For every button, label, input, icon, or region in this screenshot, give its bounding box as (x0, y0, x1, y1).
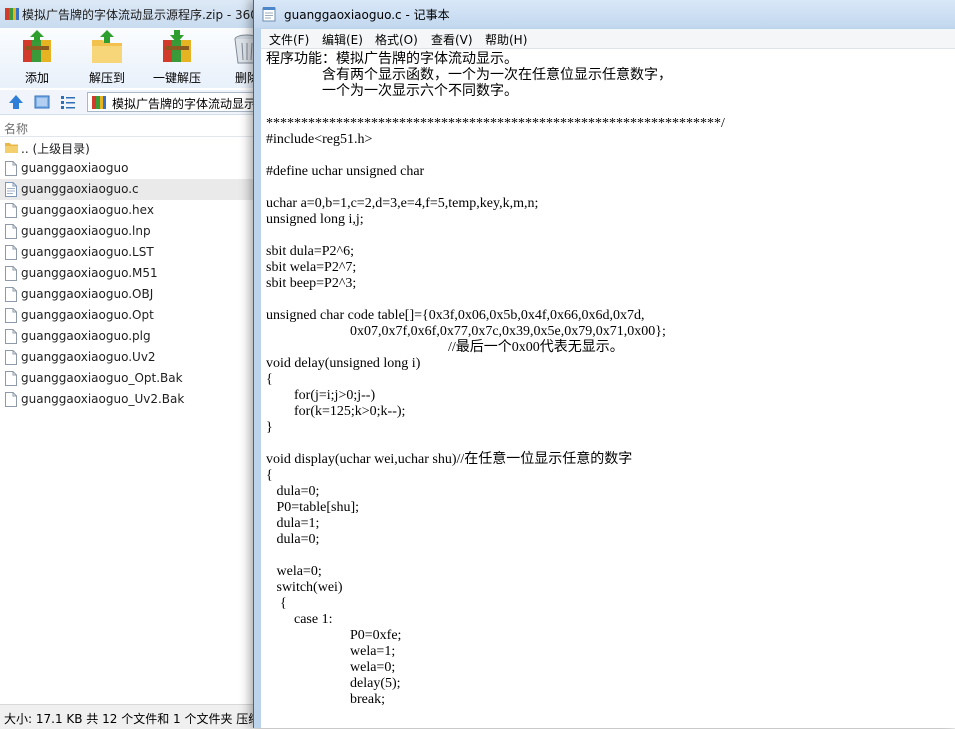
extract-to-button[interactable]: 解压到 (77, 28, 137, 88)
one-click-extract-button-label: 一键解压 (152, 71, 201, 85)
file-name: guanggaoxiaoguo_Opt.Bak (21, 371, 183, 385)
file-icon (5, 161, 17, 179)
file-name: .. (上级目录) (21, 142, 90, 156)
file-name: guanggaoxiaoguo.c (21, 182, 139, 196)
file-icon (5, 203, 17, 221)
extract-to-icon (92, 30, 122, 63)
file-icon (5, 392, 17, 410)
file-name: guanggaoxiaoguo.Opt (21, 308, 154, 322)
c-file-icon (5, 182, 17, 200)
menu-file[interactable]: 文件(F) (269, 31, 309, 48)
archive-status-text: 大小: 17.1 KB 共 12 个文件和 1 个文件夹 压缩 (4, 712, 261, 726)
file-row[interactable]: guanggaoxiaoguo_Uv2.Bak (0, 389, 260, 410)
file-name: guanggaoxiaoguo (21, 161, 129, 175)
folder-up-icon (5, 140, 18, 157)
archive-window-title: 模拟广告牌的字体流动显示源程序.zip - 360 (22, 8, 258, 22)
file-row[interactable]: guanggaoxiaoguo_Opt.Bak (0, 368, 260, 389)
notepad-window-title: guanggaoxiaoguo.c - 记事本 (284, 8, 450, 22)
file-row[interactable]: guanggaoxiaoguo.M51 (0, 263, 260, 284)
one-click-extract-icon (163, 30, 191, 62)
zip-archive-icon (92, 96, 106, 109)
menu-format[interactable]: 格式(O) (375, 31, 418, 48)
window-controls-area (794, 2, 944, 20)
file-icon (5, 329, 17, 347)
file-name: guanggaoxiaoguo_Uv2.Bak (21, 392, 185, 406)
name-column-header[interactable]: 名称 (4, 120, 28, 137)
menu-edit[interactable]: 编辑(E) (322, 31, 363, 48)
add-button-label: 添加 (24, 71, 49, 85)
file-row[interactable]: guanggaoxiaoguo.lnp (0, 221, 260, 242)
archive-path-text: 模拟广告牌的字体流动显示 (112, 97, 257, 111)
menu-help[interactable]: 帮助(H) (485, 31, 527, 48)
file-name: guanggaoxiaoguo.hex (21, 203, 154, 217)
file-row[interactable]: guanggaoxiaoguo.hex (0, 200, 260, 221)
one-click-extract-button[interactable]: 一键解压 (147, 28, 207, 88)
file-row[interactable]: guanggaoxiaoguo.plg (0, 326, 260, 347)
file-name: guanggaoxiaoguo.OBJ (21, 287, 154, 301)
extract-to-button-label: 解压到 (88, 71, 125, 85)
notepad-icon (262, 7, 276, 22)
up-arrow-icon[interactable] (8, 94, 24, 110)
file-row[interactable]: guanggaoxiaoguo.Uv2 (0, 347, 260, 368)
file-name: guanggaoxiaoguo.M51 (21, 266, 158, 280)
menu-view[interactable]: 查看(V) (431, 31, 473, 48)
file-row[interactable]: .. (上级目录) (0, 137, 260, 158)
file-icon (5, 350, 17, 368)
file-name: guanggaoxiaoguo.plg (21, 329, 151, 343)
editor-text[interactable]: 程序功能：模拟广告牌的字体流动显示。 含有两个显示函数，一个为一次在任意位显示任… (266, 52, 725, 708)
file-row[interactable]: guanggaoxiaoguo.OBJ (0, 284, 260, 305)
details-view-icon[interactable] (60, 94, 76, 110)
file-name: guanggaoxiaoguo.LST (21, 245, 154, 259)
file-row[interactable]: guanggaoxiaoguo.c (0, 179, 260, 200)
notepad-titlebar[interactable]: guanggaoxiaoguo.c - 记事本 (254, 0, 955, 28)
file-name: guanggaoxiaoguo.Uv2 (21, 350, 156, 364)
file-icon (5, 371, 17, 389)
file-row[interactable]: guanggaoxiaoguo (0, 158, 260, 179)
file-icon (5, 308, 17, 326)
file-icon (5, 224, 17, 242)
file-icon (5, 287, 17, 305)
file-icon (5, 245, 17, 263)
file-icon (5, 266, 17, 284)
add-archive-icon (23, 30, 51, 62)
file-row[interactable]: guanggaoxiaoguo.LST (0, 242, 260, 263)
notepad-window: guanggaoxiaoguo.c - 记事本 文件(F) 编辑(E) 格式(O… (253, 0, 955, 728)
file-list: .. (上级目录) guanggaoxiaoguo guanggaoxiaoguo.… (0, 137, 260, 410)
notepad-editor[interactable]: 程序功能：模拟广告牌的字体流动显示。 含有两个显示函数，一个为一次在任意位显示任… (261, 49, 955, 728)
file-name: guanggaoxiaoguo.lnp (21, 224, 151, 238)
zip-archive-icon (5, 8, 19, 20)
notepad-menubar: 文件(F) 编辑(E) 格式(O) 查看(V) 帮助(H) (261, 29, 955, 49)
add-button[interactable]: 添加 (7, 28, 67, 88)
file-row[interactable]: guanggaoxiaoguo.Opt (0, 305, 260, 326)
large-icons-view-icon[interactable] (34, 94, 50, 110)
